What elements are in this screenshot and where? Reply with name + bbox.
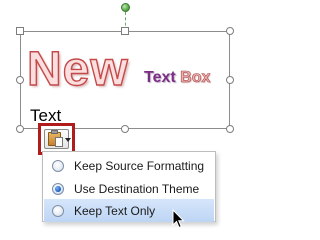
radio-keep-text-only[interactable] — [52, 204, 64, 217]
resize-handle-middle-left[interactable] — [16, 76, 24, 84]
radio-use-destination-theme[interactable] — [52, 182, 64, 195]
resize-handle-bottom-left[interactable] — [16, 125, 24, 133]
resize-handle-top-right[interactable] — [226, 27, 234, 35]
clipboard-paper-icon — [55, 137, 63, 147]
wordart-text-box-part1: Text — [144, 69, 176, 86]
menu-item-keep-text-only[interactable]: Keep Text Only — [44, 199, 214, 222]
clipboard-clip-icon — [51, 130, 58, 134]
wordart-text-box: Text Box — [144, 69, 211, 87]
menu-item-label: Keep Source Formatting — [74, 158, 205, 173]
paste-options-inner — [44, 129, 71, 149]
resize-handle-middle-right[interactable] — [226, 76, 234, 84]
resize-handle-top-center[interactable] — [121, 27, 129, 35]
wordart-text-box-part2: Box — [180, 69, 211, 87]
radio-keep-source-formatting[interactable] — [52, 159, 64, 172]
menu-item-keep-source-formatting[interactable]: Keep Source Formatting — [44, 154, 214, 177]
menu-item-label: Use Destination Theme — [74, 181, 200, 196]
wordart-new: New — [26, 43, 129, 96]
paste-options-menu: Keep Source Formatting Use Destination T… — [42, 151, 216, 222]
menu-item-use-destination-theme[interactable]: Use Destination Theme — [44, 177, 214, 200]
resize-handle-top-left[interactable] — [16, 27, 24, 35]
dropdown-arrow-icon — [65, 138, 71, 142]
slide-canvas: New Text Box Text Keep Source Formatting… — [0, 0, 241, 231]
resize-handle-bottom-right[interactable] — [226, 125, 234, 133]
mouse-pointer-icon — [172, 209, 185, 229]
menu-item-label: Keep Text Only — [74, 203, 156, 218]
resize-handle-bottom-center[interactable] — [121, 125, 129, 133]
rotation-handle[interactable] — [121, 3, 130, 12]
